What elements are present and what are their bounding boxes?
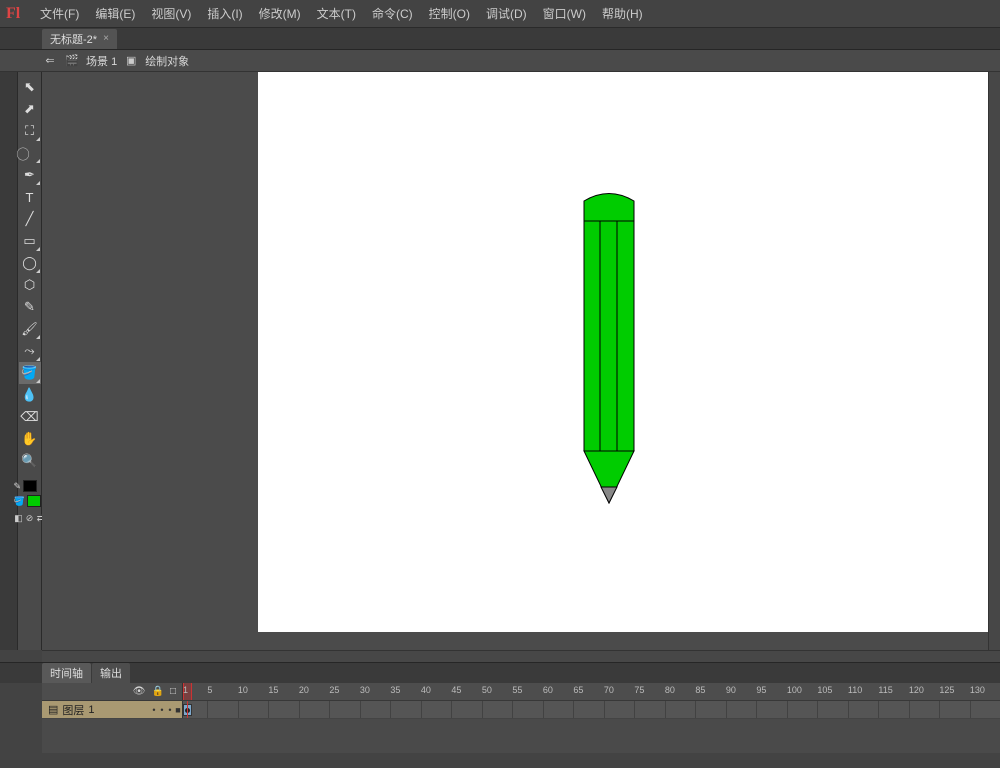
- bucket-swatch-icon: 🪣: [14, 496, 25, 507]
- eraser-tool[interactable]: ⌫: [19, 406, 41, 428]
- keyframe[interactable]: [183, 704, 192, 716]
- menu-窗口[interactable]: 窗口(W): [535, 1, 594, 26]
- text-tool[interactable]: T: [19, 186, 41, 208]
- polystar-tool[interactable]: ⬡: [19, 274, 41, 296]
- layer-row[interactable]: ▤ 图层 1 •••■: [42, 701, 1000, 719]
- menu-文本[interactable]: 文本(T): [309, 1, 364, 26]
- document-tab-strip: 无标题-2* ×: [0, 28, 1000, 50]
- outline-icon[interactable]: □: [170, 686, 176, 697]
- timeline-header: 👁 🔒 □ 1510152025303540455055606570758085…: [42, 683, 1000, 701]
- document-tab-title: 无标题-2*: [50, 31, 97, 47]
- no-color-icon[interactable]: ⊘: [25, 513, 35, 523]
- bone-tool[interactable]: ⤳: [19, 340, 41, 362]
- rectangle-tool[interactable]: ▭: [19, 230, 41, 252]
- frame-ruler[interactable]: 1510152025303540455055606570758085909510…: [183, 683, 1000, 700]
- layer-name-cell[interactable]: ▤ 图层 1 •••■: [42, 701, 183, 718]
- vertical-scrollbar[interactable]: [988, 72, 1000, 650]
- eyedropper-tool[interactable]: 💧: [19, 384, 41, 406]
- zoom-tool[interactable]: 🔍: [19, 450, 41, 472]
- lasso-tool[interactable]: ⃝: [19, 142, 41, 164]
- tab-output[interactable]: 输出: [92, 663, 130, 683]
- stage-area[interactable]: [42, 72, 988, 650]
- menu-命令[interactable]: 命令(C): [364, 1, 421, 26]
- document-tab[interactable]: 无标题-2* ×: [42, 29, 117, 49]
- menu-调试[interactable]: 调试(D): [478, 1, 535, 26]
- menu-文件[interactable]: 文件(F): [32, 1, 87, 26]
- stroke-color-swatch[interactable]: [23, 480, 37, 492]
- pencil-swatch-icon: ✎: [14, 481, 22, 492]
- horizontal-scrollbar[interactable]: [42, 650, 1000, 662]
- layer-frames[interactable]: [183, 701, 1000, 718]
- panel-tabs: 时间轴 输出: [0, 663, 1000, 683]
- paint-bucket-tool[interactable]: 🪣: [19, 362, 41, 384]
- bottom-panel: 时间轴 输出 👁 🔒 □ 151015202530354045505560657…: [0, 662, 1000, 768]
- scene-label[interactable]: 场景 1: [86, 53, 117, 69]
- menu-控制[interactable]: 控制(O): [421, 1, 478, 26]
- color-swatches: ✎ 🪣 ◧ ⊘ ⇄: [14, 480, 46, 523]
- default-colors-icon[interactable]: ◧: [14, 513, 24, 523]
- scene-icon[interactable]: 🎬: [64, 53, 80, 69]
- menu-修改[interactable]: 修改(M): [251, 1, 309, 26]
- timeline-empty-area: [42, 719, 1000, 753]
- pencil-tool[interactable]: ✎: [19, 296, 41, 318]
- line-tool[interactable]: ╱: [19, 208, 41, 230]
- menu-视图[interactable]: 视图(V): [143, 1, 199, 26]
- drawing-object-icon: ▣: [123, 53, 139, 69]
- lock-icon[interactable]: 🔒: [152, 686, 164, 697]
- layer-header-icons: 👁 🔒 □: [42, 683, 183, 700]
- app-logo: Fl: [6, 4, 32, 24]
- canvas[interactable]: [258, 72, 988, 632]
- menu-插入[interactable]: 插入(I): [199, 1, 250, 26]
- hand-tool[interactable]: ✋: [19, 428, 41, 450]
- oval-tool[interactable]: ◯: [19, 252, 41, 274]
- drawing-object-label[interactable]: 绘制对象: [145, 53, 189, 69]
- brush-tool[interactable]: 🖌: [19, 318, 41, 340]
- pen-tool[interactable]: ✒: [19, 164, 41, 186]
- selection-tool[interactable]: ⬉: [19, 76, 41, 98]
- tools-panel: ⬉⬈⛶⃝✒T╱▭◯⬡✎🖌⤳🪣💧⌫✋🔍 ✎ 🪣 ◧ ⊘ ⇄: [18, 72, 42, 650]
- close-icon[interactable]: ×: [103, 33, 109, 44]
- collapsed-panel-strip[interactable]: [0, 72, 18, 650]
- edit-path-bar: ⇐ 🎬 场景 1 ▣ 绘制对象: [0, 50, 1000, 72]
- visibility-icon[interactable]: 👁: [133, 686, 146, 697]
- subselect-tool[interactable]: ⬈: [19, 98, 41, 120]
- layer-icon: ▤: [48, 703, 58, 716]
- back-icon[interactable]: ⇐: [42, 53, 58, 69]
- free-transform-tool[interactable]: ⛶: [19, 120, 41, 142]
- menu-帮助[interactable]: 帮助(H): [594, 1, 651, 26]
- tab-timeline[interactable]: 时间轴: [42, 663, 91, 683]
- fill-color-swatch[interactable]: [27, 495, 41, 507]
- drawn-pencil-object[interactable]: [579, 191, 639, 511]
- menu-bar: Fl 文件(F)编辑(E)视图(V)插入(I)修改(M)文本(T)命令(C)控制…: [0, 0, 1000, 28]
- menu-编辑[interactable]: 编辑(E): [87, 1, 143, 26]
